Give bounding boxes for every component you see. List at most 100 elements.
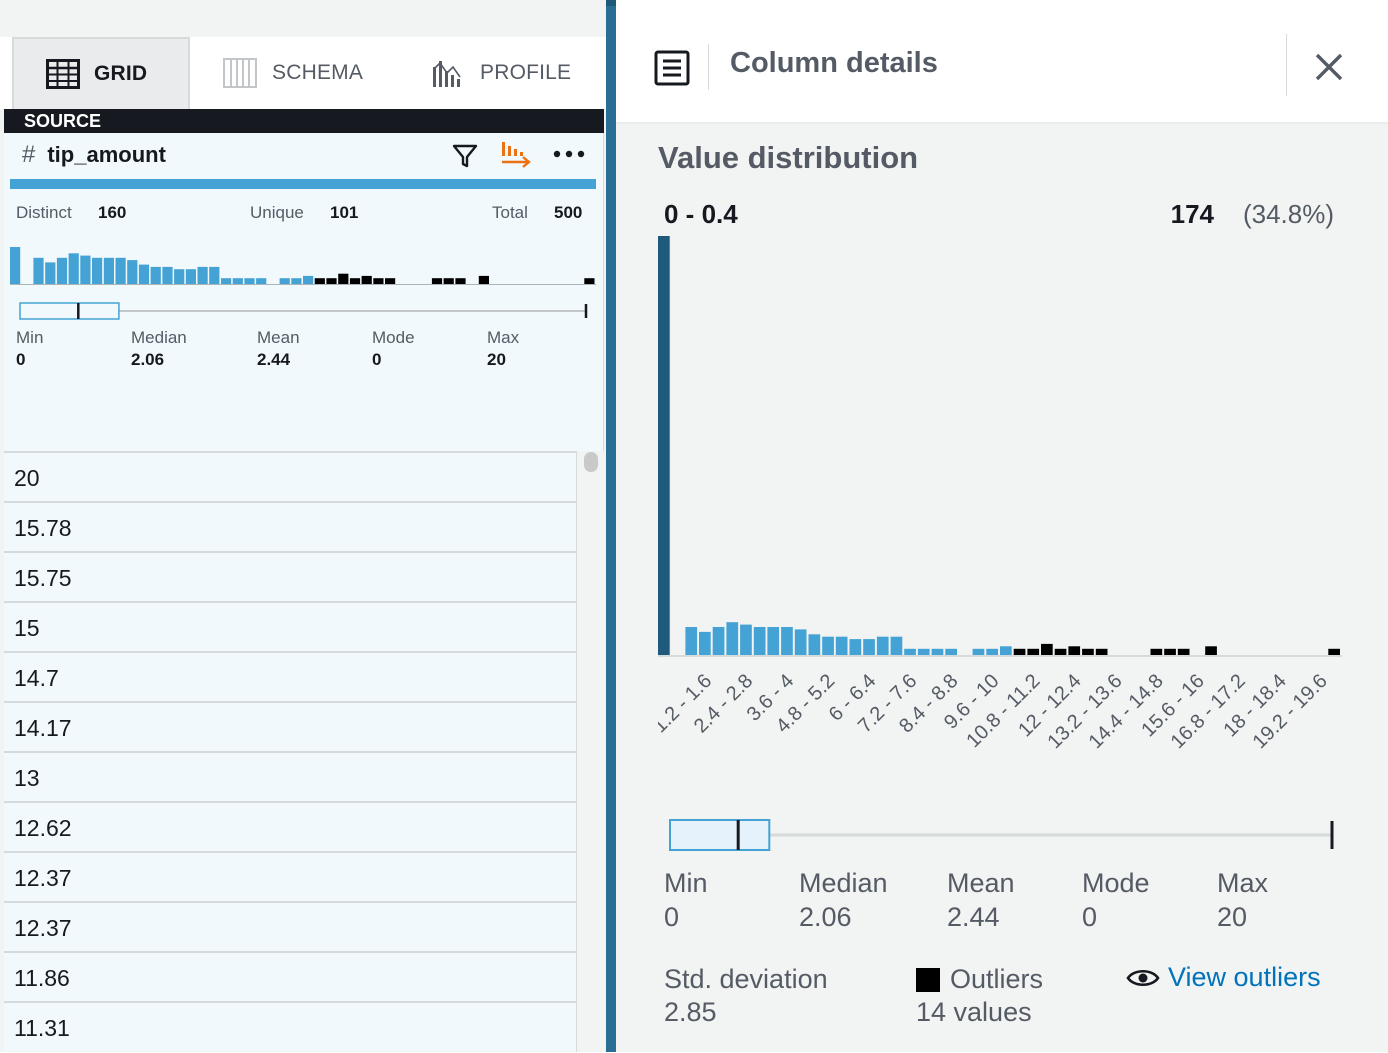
mini-histogram-bar[interactable] <box>209 266 220 285</box>
median-label: Median <box>131 328 187 347</box>
more-icon[interactable] <box>552 149 586 159</box>
histogram-bar[interactable] <box>712 627 725 656</box>
histogram-bar[interactable] <box>1013 648 1026 656</box>
filter-icon[interactable] <box>452 143 478 169</box>
mode-label: Mode <box>1082 868 1150 898</box>
profile-icon <box>433 61 461 87</box>
histogram-bar[interactable] <box>794 629 807 656</box>
histogram-bar[interactable] <box>890 636 903 656</box>
histogram-bar[interactable] <box>1095 648 1108 656</box>
mini-histogram-bar[interactable] <box>80 255 91 285</box>
scrollbar-thumb[interactable] <box>584 452 598 472</box>
view-outliers-link[interactable]: View outliers <box>1126 962 1321 993</box>
histogram-bar[interactable] <box>1000 646 1012 656</box>
column-name: tip_amount <box>47 142 166 167</box>
column-title[interactable]: # tip_amount <box>22 141 166 169</box>
histogram-bar[interactable] <box>781 627 793 656</box>
outliers-legend-swatch <box>916 968 940 992</box>
mini-histogram-bar[interactable] <box>33 257 44 285</box>
histogram-bar[interactable] <box>767 627 780 656</box>
mini-histogram-bar[interactable] <box>162 266 173 285</box>
total-value: 500 <box>554 203 583 222</box>
min-value: 0 <box>664 902 680 932</box>
histogram-bar[interactable] <box>876 636 889 656</box>
view-outliers-label: View outliers <box>1168 962 1321 992</box>
histogram-bar[interactable] <box>1027 648 1040 656</box>
median-value: 2.06 <box>131 350 165 369</box>
histogram-bar[interactable] <box>753 627 766 656</box>
mini-histogram-bar[interactable] <box>68 253 79 285</box>
histogram-bar[interactable] <box>822 636 834 656</box>
mini-box-box <box>19 302 120 320</box>
std-deviation-value: 2.85 <box>664 997 717 1027</box>
mini-histogram-bar[interactable] <box>197 266 208 285</box>
histogram-bar[interactable] <box>835 636 848 656</box>
data-quality-bar <box>10 179 596 189</box>
table-row[interactable]: 14.7 <box>4 651 576 701</box>
eye-icon <box>1126 969 1160 986</box>
histogram-bar[interactable] <box>685 627 698 656</box>
histogram-bar[interactable] <box>1082 648 1094 656</box>
max-label: Max <box>1217 868 1269 898</box>
mini-histogram-bar[interactable] <box>138 264 150 285</box>
histogram-bar[interactable] <box>1177 648 1190 656</box>
histogram-bar[interactable] <box>1205 646 1217 656</box>
source-label: SOURCE <box>4 109 604 133</box>
mini-histogram-bar[interactable] <box>56 257 68 285</box>
histogram-bar[interactable] <box>726 622 739 656</box>
table-row[interactable]: 12.62 <box>4 801 576 851</box>
table-row[interactable]: 12.37 <box>4 901 576 951</box>
table-row[interactable]: 15 <box>4 601 576 651</box>
mini-histogram-bar[interactable] <box>115 257 126 285</box>
mini-histogram-bar[interactable] <box>45 262 56 285</box>
tab-label: SCHEMA <box>272 61 364 84</box>
mini-histogram-bar[interactable] <box>185 269 196 285</box>
histogram-bar[interactable] <box>917 648 930 656</box>
mini-histogram-bar[interactable] <box>174 269 185 285</box>
mini-histogram-bar[interactable] <box>103 257 114 285</box>
histogram-bar[interactable] <box>699 631 711 656</box>
header-divider <box>708 44 709 90</box>
table-row[interactable]: 15.75 <box>4 551 576 601</box>
column-header-card[interactable]: # tip_amount Distinct 160 Unique 101 Tota… <box>4 133 604 451</box>
sort-icon[interactable] <box>500 139 534 169</box>
mini-histogram[interactable] <box>10 237 596 285</box>
histogram-bar[interactable] <box>808 634 821 656</box>
pane-divider[interactable] <box>606 0 616 1052</box>
histogram-bar[interactable] <box>1068 646 1081 656</box>
mini-histogram-bar[interactable] <box>92 257 103 285</box>
mode-value: 0 <box>1082 902 1098 932</box>
histogram-bar[interactable] <box>1041 643 1053 656</box>
histogram-bar[interactable] <box>849 639 862 656</box>
histogram-bar[interactable] <box>931 648 944 656</box>
histogram-bar[interactable] <box>1150 648 1163 656</box>
histogram-bar[interactable] <box>904 648 916 656</box>
mini-histogram-bar[interactable] <box>10 247 21 285</box>
distinct-value: 160 <box>98 203 127 222</box>
table-row[interactable]: 20 <box>4 451 576 501</box>
histogram-bar[interactable] <box>945 648 957 656</box>
close-icon[interactable] <box>1314 52 1344 82</box>
details-icon <box>654 50 690 86</box>
histogram-bar[interactable] <box>1054 648 1067 656</box>
table-row[interactable]: 12.37 <box>4 851 576 901</box>
histogram-bar[interactable] <box>658 236 670 656</box>
table-row[interactable]: 15.78 <box>4 501 576 551</box>
mini-histogram-bar[interactable] <box>127 260 138 285</box>
histogram-bar[interactable] <box>972 648 985 656</box>
table-row[interactable]: 14.17 <box>4 701 576 751</box>
histogram-bar[interactable] <box>986 648 998 656</box>
tab-schema[interactable]: SCHEMA <box>222 37 363 109</box>
table-row[interactable]: 13 <box>4 751 576 801</box>
histogram-bar[interactable] <box>740 624 752 656</box>
table-row[interactable]: 11.86 <box>4 951 576 1001</box>
max-value: 20 <box>1217 902 1248 932</box>
mini-histogram-bar[interactable] <box>150 266 161 285</box>
histogram-bar[interactable] <box>863 639 875 656</box>
value-distribution-histogram[interactable]: 1.2 - 1.62.4 - 2.83.6 - 44.8 - 5.26 - 6.… <box>616 224 1388 784</box>
tab-grid[interactable]: GRID <box>12 37 190 109</box>
histogram-bar[interactable] <box>1164 648 1176 656</box>
table-row[interactable]: 11.31 <box>4 1001 576 1051</box>
tab-profile[interactable]: PROFILE <box>430 37 571 109</box>
histogram-bar[interactable] <box>1328 648 1340 656</box>
